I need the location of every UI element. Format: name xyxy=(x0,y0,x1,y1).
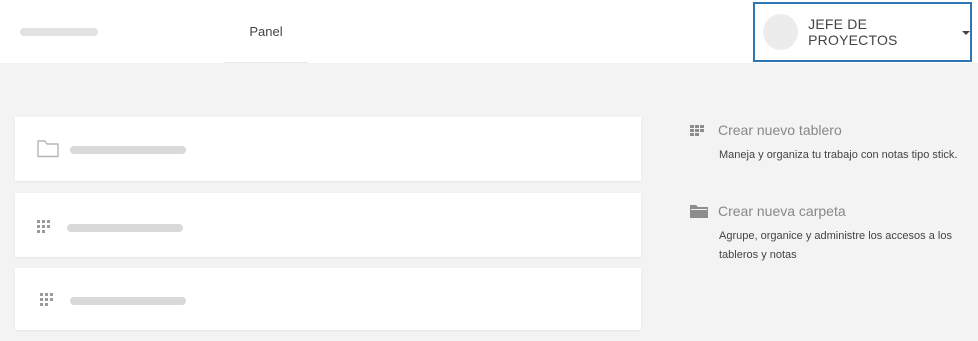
logo-placeholder[interactable] xyxy=(20,28,98,36)
create-board-description: Maneja y organiza tu trabajo con notas t… xyxy=(719,149,958,161)
tab-panel-label: Panel xyxy=(249,23,283,39)
tab-panel[interactable]: Panel xyxy=(224,0,308,63)
create-folder-action: Crear nueva carpeta Agrupe, organice y a… xyxy=(689,201,974,265)
top-bar: Panel JEFE DE PROYECTOS xyxy=(0,0,978,63)
avatar xyxy=(763,14,799,50)
create-board-action: Crear nuevo tablero Maneja y organiza tu… xyxy=(689,120,974,165)
item-name-placeholder xyxy=(70,297,186,305)
item-name-placeholder xyxy=(67,224,183,232)
list-item[interactable] xyxy=(15,193,641,257)
caret-down-icon xyxy=(962,30,970,35)
create-board-button[interactable]: Crear nuevo tablero xyxy=(689,120,974,140)
item-name-placeholder xyxy=(70,146,186,154)
create-folder-description: Agrupe, organice y administre los acceso… xyxy=(719,230,952,261)
board-icon xyxy=(690,125,704,136)
folder-filled-icon xyxy=(690,205,708,218)
folder-icon xyxy=(37,140,59,158)
grid-icon xyxy=(40,293,53,306)
grid-icon xyxy=(37,220,50,233)
create-folder-button[interactable]: Crear nueva carpeta xyxy=(689,201,974,221)
user-menu-button[interactable]: JEFE DE PROYECTOS xyxy=(753,2,972,62)
create-folder-title: Crear nueva carpeta xyxy=(718,203,846,219)
list-item[interactable] xyxy=(15,117,641,181)
list-item[interactable] xyxy=(15,268,641,330)
create-board-title: Crear nuevo tablero xyxy=(718,122,842,138)
user-name: JEFE DE PROYECTOS xyxy=(808,16,898,48)
